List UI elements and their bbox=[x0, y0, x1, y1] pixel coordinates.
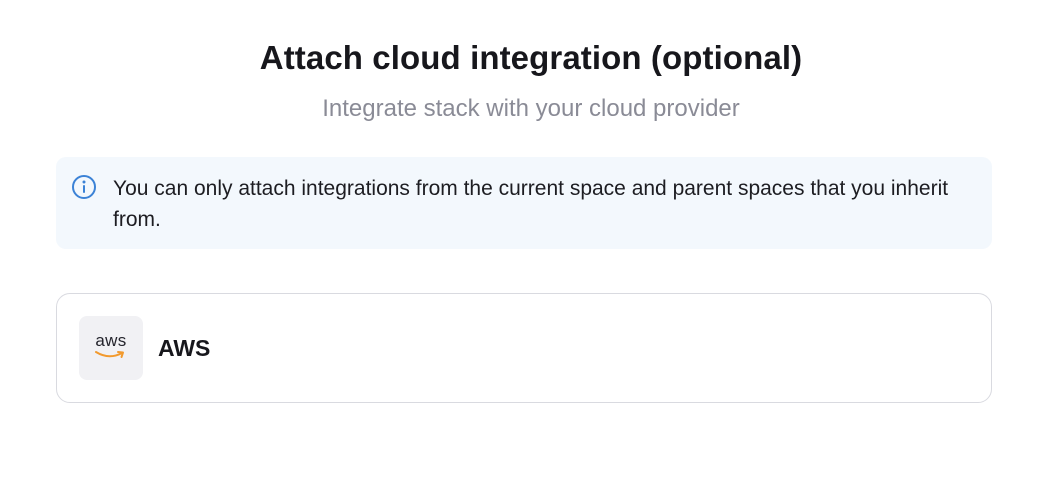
page-subtitle: Integrate stack with your cloud provider bbox=[322, 95, 740, 122]
integration-name: AWS bbox=[158, 335, 211, 361]
aws-logo-text: aws bbox=[95, 331, 127, 350]
page-title: Attach cloud integration (optional) bbox=[259, 39, 803, 76]
aws-smile-icon bbox=[95, 351, 124, 358]
info-notice-text: You can only attach integrations from th… bbox=[113, 177, 949, 231]
integration-option-aws[interactable]: aws AWS bbox=[56, 293, 992, 403]
info-icon bbox=[71, 174, 97, 200]
aws-logo-icon: aws bbox=[79, 316, 143, 380]
info-notice: You can only attach integrations from th… bbox=[56, 157, 992, 249]
attach-cloud-integration-page: Attach cloud integration (optional) Inte… bbox=[0, 0, 1062, 502]
